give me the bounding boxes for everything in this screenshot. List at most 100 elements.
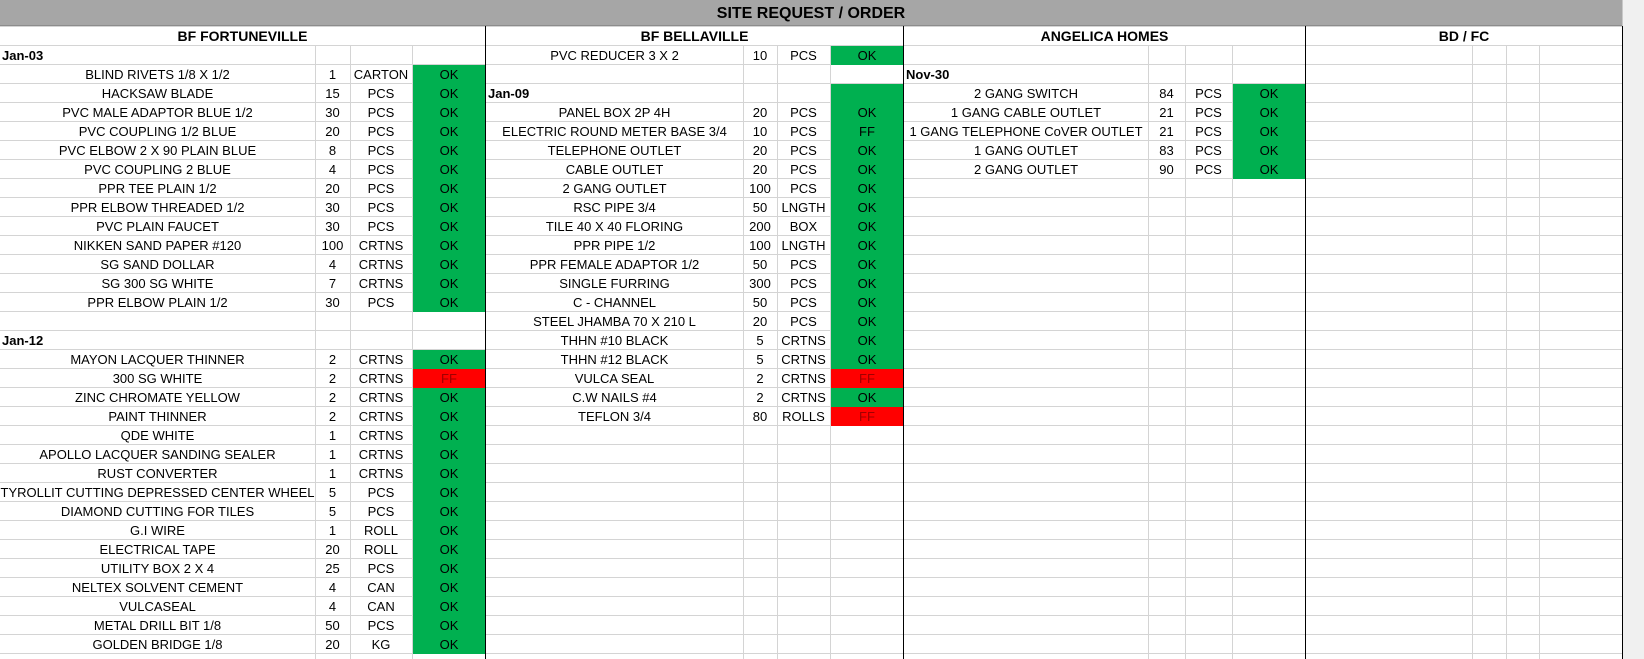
grid-vline [1472,45,1473,659]
status-cell[interactable]: OK [1233,103,1305,122]
item-name: ELECTRIC ROUND METER BASE 3/4 [502,124,727,139]
status-cell[interactable]: OK [1233,122,1305,141]
item-name: PAINT THINNER [108,409,207,424]
status-cell[interactable]: OK [413,255,485,274]
status-cell[interactable]: OK [831,236,903,255]
status-cell[interactable]: OK [413,407,485,426]
unit: PCS [790,143,817,158]
status-cell[interactable] [831,84,903,103]
status-cell[interactable]: OK [413,141,485,160]
item-name: 300 SG WHITE [112,371,203,386]
status-cell[interactable]: OK [413,236,485,255]
quantity: 83 [1159,143,1174,158]
item-name: METAL DRILL BIT 1/8 [93,618,222,633]
status-cell[interactable]: OK [413,483,485,502]
status-cell[interactable]: OK [831,293,903,312]
status-cell[interactable]: OK [413,426,485,445]
quantity: 50 [752,257,768,272]
vertical-scrollbar[interactable] [1622,0,1644,659]
status-cell[interactable]: OK [413,445,485,464]
status-cell[interactable]: OK [413,388,485,407]
item-name: APOLLO LACQUER SANDING SEALER [39,447,276,462]
unit: PCS [367,143,395,158]
status-cell[interactable]: OK [413,65,485,84]
status-cell[interactable]: OK [831,274,903,293]
quantity: 20 [752,314,768,329]
status-cell[interactable]: OK [413,597,485,616]
unit: PCS [367,219,395,234]
item-name: NIKKEN SAND PAPER #120 [73,238,242,253]
unit: PCS [367,200,395,215]
section-header: BD / FC [1438,28,1490,44]
status-cell[interactable]: OK [831,179,903,198]
item-name: TILE 40 X 40 FLORING [545,219,684,234]
status-cell[interactable]: OK [413,274,485,293]
unit: PCS [790,314,817,329]
unit: CRTNS [358,352,404,367]
quantity: 5 [756,352,764,367]
quantity: 20 [752,143,768,158]
status-cell[interactable]: OK [413,559,485,578]
status-cell[interactable]: OK [1233,160,1305,179]
quantity: 84 [1159,86,1174,101]
quantity: 20 [325,181,340,196]
status-cell[interactable]: OK [1233,141,1305,160]
quantity: 50 [752,295,768,310]
status-cell[interactable]: OK [413,616,485,635]
status-cell[interactable]: OK [831,141,903,160]
status-cell[interactable]: OK [413,540,485,559]
unit: PCS [1195,143,1222,158]
status-cell[interactable]: OK [831,217,903,236]
status-cell[interactable]: OK [831,46,903,65]
status-cell[interactable]: OK [831,103,903,122]
unit: CRTNS [358,390,404,405]
status-cell[interactable]: FF [831,369,903,388]
grid-vline [1506,45,1507,659]
status-cell[interactable]: OK [413,502,485,521]
status-cell[interactable]: FF [831,122,903,141]
item-name: STEEL JHAMBA 70 X 210 L [533,314,696,329]
quantity: 30 [325,105,340,120]
status-cell[interactable]: OK [413,122,485,141]
quantity: 25 [325,561,340,576]
item-name: PPR TEE PLAIN 1/2 [98,181,217,196]
status-cell[interactable]: OK [831,388,903,407]
status-cell[interactable]: OK [413,103,485,122]
status-cell[interactable]: OK [1233,84,1305,103]
status-cell[interactable]: FF [413,369,485,388]
status-cell[interactable]: OK [831,350,903,369]
unit: PCS [790,257,817,272]
date-label: Jan-09 [488,86,530,101]
unit: CRTNS [358,428,404,443]
status-cell[interactable]: OK [413,160,485,179]
status-cell[interactable]: OK [413,635,485,654]
status-cell[interactable]: OK [831,160,903,179]
status-cell[interactable]: OK [831,255,903,274]
item-name: PVC COUPLING 2 BLUE [84,162,231,177]
quantity: 10 [752,124,768,139]
status-cell[interactable]: FF [831,407,903,426]
unit: CAN [367,599,395,614]
status-cell[interactable]: OK [413,350,485,369]
status-cell[interactable]: OK [413,198,485,217]
status-cell[interactable]: OK [413,293,485,312]
quantity: 4 [328,257,337,272]
status-cell[interactable]: OK [413,521,485,540]
item-name: PANEL BOX 2P 4H [558,105,671,120]
item-name: 1 GANG CABLE OUTLET [950,105,1102,120]
status-cell[interactable]: OK [831,331,903,350]
unit: CRTNS [781,390,826,405]
status-cell[interactable]: OK [831,312,903,331]
unit: CRTNS [358,466,404,481]
status-cell[interactable]: OK [831,198,903,217]
status-cell[interactable]: OK [413,464,485,483]
status-cell[interactable]: OK [413,578,485,597]
quantity: 5 [328,485,337,500]
quantity: 30 [325,200,340,215]
status-cell[interactable]: OK [413,179,485,198]
status-cell[interactable]: OK [413,84,485,103]
item-name: PPR ELBOW THREADED 1/2 [70,200,245,215]
status-cell[interactable]: OK [413,217,485,236]
item-name: ZINC CHROMATE YELLOW [75,390,240,405]
unit: CRTNS [358,371,404,386]
